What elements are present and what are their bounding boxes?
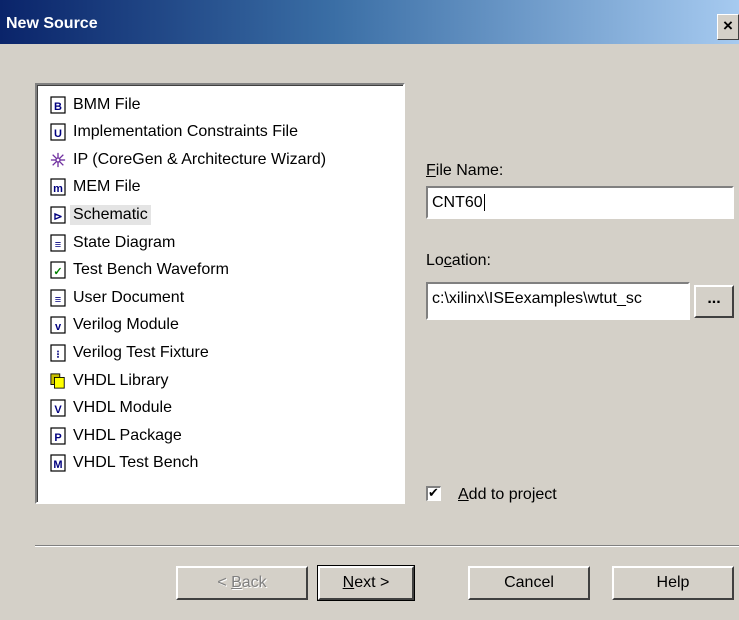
button-separator [35, 545, 739, 547]
cancel-button[interactable]: Cancel [468, 566, 590, 600]
vhdl-test-bench-icon: M [50, 454, 66, 472]
close-button[interactable]: × [717, 14, 739, 40]
source-type-label: IP (CoreGen & Architecture Wizard) [73, 150, 327, 168]
mem-file-icon: m [50, 178, 66, 196]
svg-text:B: B [54, 101, 62, 113]
source-type-item[interactable]: B BMM File [50, 91, 144, 118]
svg-text:P: P [54, 432, 61, 444]
close-icon: × [723, 16, 733, 35]
svg-text:M: M [53, 459, 62, 471]
source-type-label: Implementation Constraints File [73, 123, 298, 141]
source-type-item[interactable]: U Implementation Constraints File [50, 119, 301, 146]
source-type-label: Verilog Module [73, 316, 179, 334]
source-type-label: VHDL Library [73, 371, 169, 389]
source-type-item[interactable]: IP (CoreGen & Architecture Wizard) [50, 146, 329, 173]
svg-text:⁝: ⁝ [56, 349, 60, 361]
source-type-label: Schematic [70, 204, 151, 225]
source-type-label: MEM File [73, 178, 141, 196]
svg-text:U: U [54, 128, 62, 140]
source-type-item[interactable]: m MEM File [50, 174, 144, 201]
next-button[interactable]: Next > [317, 565, 415, 601]
add-to-project-checkbox[interactable]: ✔ [426, 485, 441, 501]
source-type-item[interactable]: VHDL Library [50, 367, 171, 394]
source-type-label: VHDL Module [73, 399, 173, 417]
state-diagram-icon: ≡ [50, 233, 66, 252]
title-bar: New Source × [0, 0, 739, 44]
svg-text:m: m [53, 183, 63, 195]
add-to-project-label[interactable]: Add to project [458, 486, 557, 504]
svg-text:v: v [55, 321, 62, 333]
svg-text:✓: ✓ [53, 266, 62, 278]
source-type-list-inner: B BMM File U Implementation Constraints Fil… [37, 85, 403, 502]
vhdl-library-icon [50, 372, 66, 390]
source-type-item[interactable]: ✓ Test Bench Waveform [50, 257, 232, 284]
source-type-label: Test Bench Waveform [73, 261, 229, 279]
source-type-label: VHDL Package [73, 426, 182, 444]
user-document-icon: ≡ [50, 289, 66, 307]
browse-button[interactable]: ... [694, 285, 734, 318]
source-type-item[interactable]: ⊳ Schematic [50, 201, 151, 228]
location-input[interactable]: c:\xilinx\ISEexamples\wtut_sc [426, 282, 690, 320]
vhdl-module-icon: V [50, 399, 66, 417]
test-bench-waveform-icon: ✓ [50, 261, 66, 279]
source-type-item[interactable]: ≡ State Diagram [50, 229, 178, 256]
file-name-input[interactable]: CNT60 [426, 186, 734, 219]
schematic-icon: ⊳ [50, 206, 66, 224]
source-type-label: Verilog Test Fixture [73, 343, 209, 361]
source-type-item[interactable]: v Verilog Module [50, 312, 182, 339]
source-type-item[interactable]: V VHDL Module [50, 395, 175, 422]
verilog-module-icon: v [50, 316, 66, 334]
bmm-file-icon: B [50, 95, 66, 114]
help-button[interactable]: Help [612, 566, 734, 600]
source-type-label: BMM File [73, 95, 141, 113]
source-type-label: User Document [73, 288, 185, 306]
new-source-dialog: New Source × B BMM File U Implementation Co… [0, 0, 739, 620]
source-type-item[interactable]: ≡ User Document [50, 284, 187, 311]
source-type-label: State Diagram [73, 233, 176, 251]
source-type-item[interactable]: ⁝ Verilog Test Fixture [50, 339, 212, 366]
back-button[interactable]: < Back [176, 566, 308, 600]
ip-wizard-icon [50, 151, 66, 169]
svg-text:≡: ≡ [55, 239, 61, 251]
constraints-file-icon: U [50, 123, 66, 141]
source-type-item[interactable]: P VHDL Package [50, 422, 185, 449]
checkmark-icon: ✔ [428, 485, 439, 500]
svg-text:V: V [54, 404, 62, 416]
dialog-title: New Source [6, 15, 98, 32]
source-type-item[interactable]: M VHDL Test Bench [50, 450, 201, 477]
verilog-test-fixture-icon: ⁝ [50, 344, 66, 362]
file-name-label: File Name: [426, 162, 504, 179]
svg-text:≡: ≡ [55, 294, 61, 306]
svg-text:⊳: ⊳ [53, 211, 62, 223]
source-type-list[interactable]: B BMM File U Implementation Constraints Fil… [35, 83, 405, 504]
vhdl-package-icon: P [50, 427, 66, 445]
source-type-label: VHDL Test Bench [73, 454, 199, 472]
location-label: Location: [426, 252, 491, 269]
